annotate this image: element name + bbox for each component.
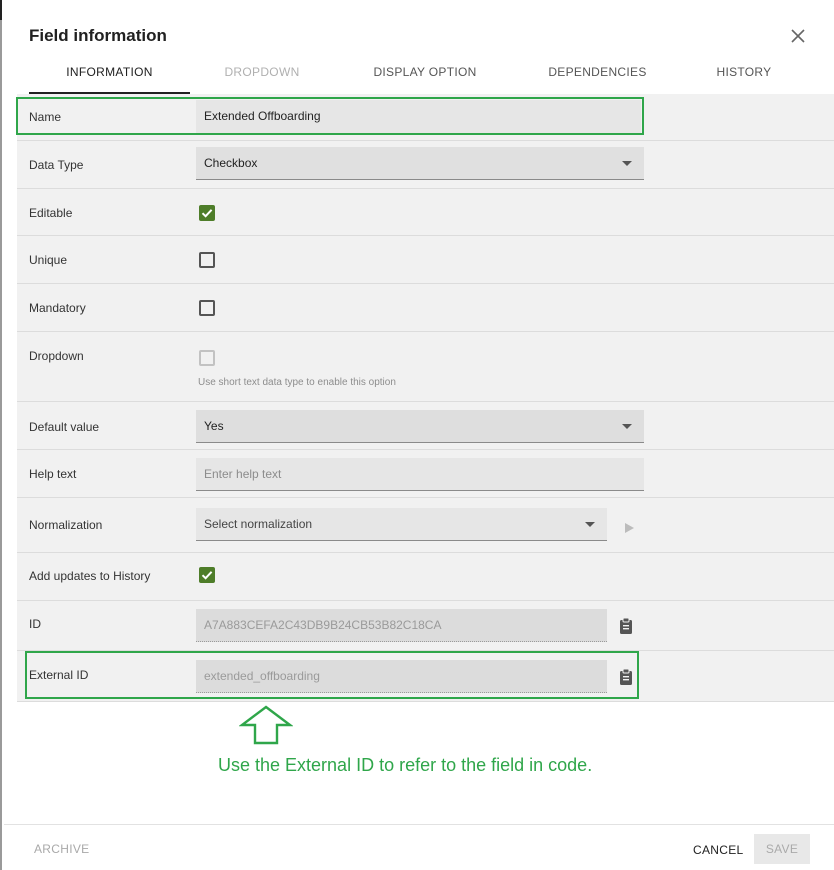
add-updates-label: Add updates to History	[29, 569, 151, 583]
normalization-label: Normalization	[29, 518, 103, 532]
dropdown-caret-icon	[622, 161, 632, 166]
editable-checkbox[interactable]	[199, 205, 215, 221]
tab-information[interactable]: INFORMATION	[29, 58, 190, 94]
row-id: ID A7A883CEFA2C43DB9B24CB53B82C18CA	[17, 600, 834, 651]
row-data-type: Data Type Checkbox	[17, 140, 834, 189]
close-button[interactable]	[788, 26, 808, 46]
dropdown-caret-icon	[585, 522, 595, 527]
checkmark-icon	[201, 209, 213, 218]
tab-history[interactable]: HISTORY	[711, 58, 777, 92]
row-normalization: Normalization Select normalization	[17, 497, 834, 553]
mandatory-label: Mandatory	[29, 301, 86, 315]
row-add-updates: Add updates to History	[17, 552, 834, 601]
external-id-highlight-box	[25, 651, 639, 699]
dropdown-caret-icon	[622, 424, 632, 429]
field-information-dialog: Field information INFORMATION DROPDOWN D…	[2, 0, 834, 870]
data-type-select[interactable]: Checkbox	[196, 147, 644, 180]
help-text-input[interactable]: Enter help text	[196, 458, 644, 491]
data-type-value: Checkbox	[204, 156, 258, 170]
play-icon[interactable]	[622, 521, 636, 535]
information-form: Name Extended Offboarding Data Type Chec…	[17, 94, 834, 702]
unique-label: Unique	[29, 253, 68, 267]
row-default-value: Default value Yes	[17, 401, 834, 450]
add-updates-checkbox[interactable]	[199, 567, 215, 583]
tab-bar: INFORMATION DROPDOWN DISPLAY OPTION DEPE…	[29, 58, 819, 94]
dropdown-checkbox	[199, 350, 215, 366]
id-input: A7A883CEFA2C43DB9B24CB53B82C18CA	[196, 609, 607, 642]
data-type-label: Data Type	[29, 158, 84, 172]
save-button: SAVE	[754, 834, 810, 864]
editable-label: Editable	[29, 206, 73, 220]
tab-dependencies[interactable]: DEPENDENCIES	[539, 58, 656, 92]
normalization-placeholder: Select normalization	[204, 517, 313, 531]
close-icon	[788, 26, 808, 46]
tab-dropdown: DROPDOWN	[224, 65, 300, 79]
mandatory-checkbox[interactable]	[199, 300, 215, 316]
id-label: ID	[29, 617, 41, 631]
dropdown-hint: Use short text data type to enable this …	[198, 377, 396, 388]
row-editable: Editable	[17, 188, 834, 236]
row-mandatory: Mandatory	[17, 283, 834, 332]
default-value-label: Default value	[29, 420, 100, 434]
unique-checkbox[interactable]	[199, 252, 215, 268]
default-value-value: Yes	[204, 419, 224, 433]
dialog-title: Field information	[29, 26, 167, 45]
help-text-label: Help text	[29, 467, 77, 481]
cancel-button[interactable]: CANCEL	[693, 843, 743, 857]
default-value-select[interactable]: Yes	[196, 410, 644, 443]
row-help-text: Help text Enter help text	[17, 449, 834, 498]
name-highlight-box	[16, 97, 644, 135]
up-arrow-icon	[238, 705, 294, 745]
dropdown-label: Dropdown	[29, 349, 84, 363]
tab-display-option[interactable]: DISPLAY OPTION	[360, 58, 490, 92]
annotation-text: Use the External ID to refer to the fiel…	[218, 755, 593, 775]
footer-divider	[4, 824, 834, 825]
clipboard-icon[interactable]	[618, 617, 634, 635]
checkmark-icon	[201, 571, 213, 580]
archive-button: ARCHIVE	[34, 842, 90, 856]
normalization-select[interactable]: Select normalization	[196, 508, 607, 541]
row-unique: Unique	[17, 235, 834, 284]
row-dropdown: Dropdown Use short text data type to ena…	[17, 331, 834, 402]
